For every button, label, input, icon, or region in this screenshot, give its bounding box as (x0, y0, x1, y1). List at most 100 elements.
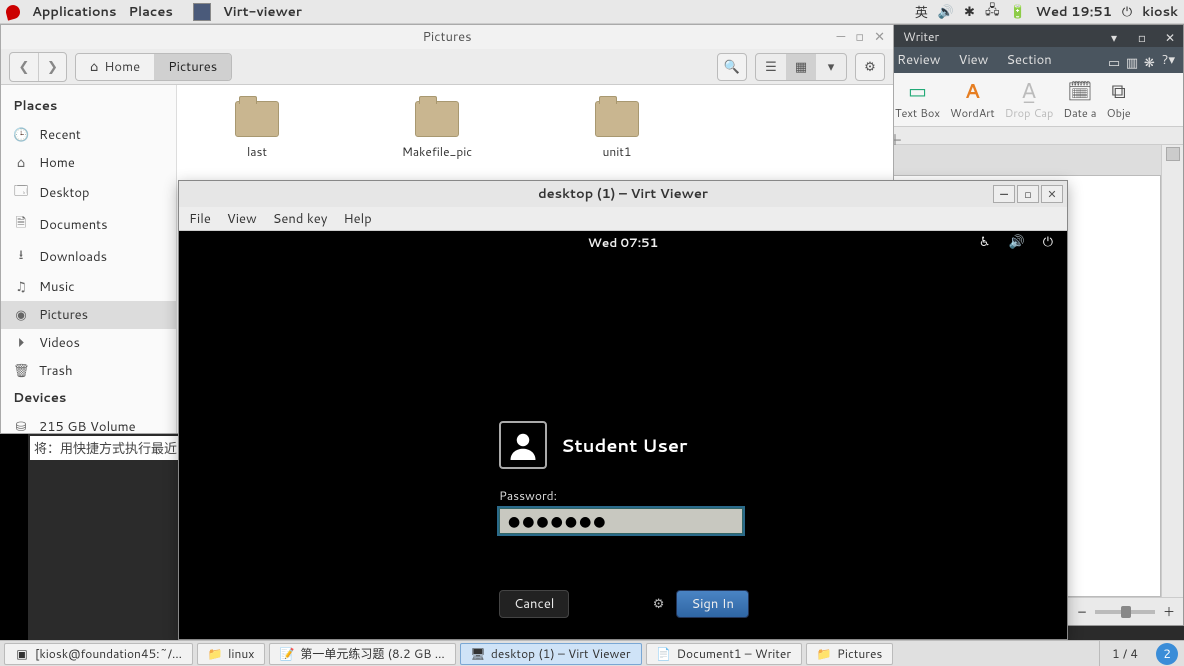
tab-section[interactable]: Section (1006, 51, 1051, 69)
virt-menu-sendkey[interactable]: Send key (273, 210, 328, 228)
document-icon: 📝 (280, 647, 294, 661)
virt-minimize-button[interactable]: — (993, 185, 1015, 203)
sidebar-item-home[interactable]: ⌂Home (1, 149, 176, 177)
zoom-in-icon[interactable]: ＋ (1163, 603, 1175, 620)
sidebar-item-desktop[interactable]: 🗔Desktop (1, 177, 176, 209)
sidebar-item-recent[interactable]: 🕒Recent (1, 121, 176, 149)
settings-button[interactable]: ⚙ (855, 53, 885, 81)
sidebar-item-trash[interactable]: 🗑Trash (1, 357, 176, 385)
power-icon[interactable]: ⏻ (1043, 233, 1053, 251)
writer-help-icon[interactable]: ?▾ (1162, 51, 1175, 69)
ribbon-wordart[interactable]: AWordArt (950, 79, 995, 121)
back-button[interactable]: ❮ (10, 53, 38, 81)
writer-maximize-icon[interactable]: ▫ (1135, 29, 1149, 43)
path-home[interactable]: ⌂Home (76, 54, 154, 80)
virt-menu-view[interactable]: View (227, 210, 257, 228)
sidebar-item-videos[interactable]: ⏵Videos (1, 329, 176, 357)
ribbon-dropcap[interactable]: A̲Drop Cap (1005, 79, 1054, 121)
search-button[interactable]: 🔍 (717, 53, 747, 81)
view-menu-drop[interactable]: ▾ (816, 54, 846, 80)
password-label: Password: (499, 487, 749, 504)
terminal-sliver[interactable] (0, 434, 28, 640)
writer-tool3-icon[interactable]: ❋ (1144, 54, 1156, 66)
writer-icon: 📄 (657, 647, 671, 661)
places-menu[interactable]: Places (128, 3, 172, 21)
logout-icon[interactable]: ⏻ (1122, 3, 1132, 21)
virt-titlebar[interactable]: desktop (1) – Virt Viewer — ▫ ✕ (179, 181, 1067, 207)
tab-review[interactable]: Review (897, 51, 940, 69)
virt-menu-file[interactable]: File (189, 210, 211, 228)
task-terminal[interactable]: ▣[kiosk@foundation45:~/… (4, 643, 193, 665)
folder-icon (595, 101, 639, 137)
zoom-slider[interactable] (1095, 610, 1155, 614)
workspace-indicator[interactable]: 1 / 4 (1099, 641, 1150, 666)
gear-icon: ⚙ (864, 58, 876, 76)
task-pictures[interactable]: 📁Pictures (806, 643, 893, 665)
volume-icon[interactable]: 🔊 (938, 3, 954, 21)
virt-maximize-button[interactable]: ▫ (1017, 185, 1039, 203)
guest-topbar: Wed 07:51 ♿ 🔊 ⏻ (179, 231, 1067, 253)
sidebar-item-documents[interactable]: 🗎Documents (1, 209, 176, 241)
user-menu[interactable]: kiosk (1142, 3, 1178, 21)
battery-icon[interactable]: 🔋 (1009, 3, 1025, 21)
ribbon-date[interactable]: 🗓Date a (1063, 79, 1096, 121)
bluetooth-icon[interactable]: ✱ (964, 3, 975, 21)
video-icon: ⏵ (13, 334, 29, 352)
task-virt-viewer[interactable]: 🖥desktop (1) – Virt Viewer (460, 643, 642, 665)
ribbon-object[interactable]: ⧉Obje (1107, 79, 1131, 121)
sidebar-item-music[interactable]: ♫Music (1, 273, 176, 301)
clock[interactable]: Wed 19:51 (1036, 3, 1112, 21)
zoom-out-icon[interactable]: − (1077, 603, 1087, 620)
forward-button[interactable]: ❯ (38, 53, 66, 81)
sidebar-item-downloads[interactable]: ⭳Downloads (1, 241, 176, 273)
files-titlebar[interactable]: Pictures — ▫ ✕ (1, 25, 893, 49)
person-icon (508, 430, 538, 460)
notification-badge[interactable]: 2 (1156, 643, 1178, 665)
path-bar: ⌂Home Pictures (75, 53, 232, 81)
signin-button[interactable]: Sign In (676, 590, 749, 618)
virt-menu-help[interactable]: Help (343, 210, 371, 228)
ribbon-textbox[interactable]: ▭Text Box (895, 79, 940, 121)
scroll-up-icon[interactable] (1166, 147, 1180, 161)
files-minimize-icon[interactable]: — (836, 28, 845, 46)
files-close-icon[interactable]: ✕ (874, 28, 885, 46)
task-writer[interactable]: 📄Document1 – Writer (646, 643, 802, 665)
guest-volume-icon[interactable]: 🔊 (1009, 233, 1025, 251)
password-input[interactable] (499, 508, 743, 534)
ime-indicator[interactable]: 英 (915, 2, 928, 22)
session-gear-icon[interactable]: ⚙ (653, 595, 665, 613)
folder-makefile-pic[interactable]: Makefile_pic (377, 101, 497, 160)
accessibility-icon[interactable]: ♿ (979, 233, 991, 251)
path-current[interactable]: Pictures (154, 54, 231, 80)
writer-close-icon[interactable]: ✕ (1163, 29, 1177, 43)
sidebar-item-vol215[interactable]: ⛁215 GB Volume (1, 413, 176, 433)
network-icon[interactable]: 🖧 (985, 1, 1000, 23)
virt-menubar: File View Send key Help (179, 207, 1067, 231)
applications-menu[interactable]: Applications (32, 3, 116, 21)
writer-tool1-icon[interactable]: ▭ (1108, 54, 1120, 66)
virt-guest-screen[interactable]: Wed 07:51 ♿ 🔊 ⏻ Student User Password: C… (179, 231, 1067, 639)
folder-last[interactable]: last (197, 101, 317, 160)
active-app-label[interactable]: Virt-viewer (223, 3, 302, 21)
desktop-icon: 🗔 (13, 182, 29, 204)
login-panel: Student User Password: Cancel ⚙ Sign In (499, 421, 749, 618)
task-linux[interactable]: 📁linux (197, 643, 265, 665)
writer-titlebar[interactable]: Writer ▾ ▫ ✕ (889, 25, 1183, 47)
cancel-button[interactable]: Cancel (499, 590, 569, 618)
files-maximize-icon[interactable]: ▫ (855, 28, 864, 46)
task-doc-chinese[interactable]: 📝第一单元练习题 (8.2 GB … (269, 643, 456, 665)
folder-unit1[interactable]: unit1 (557, 101, 677, 160)
trash-icon: 🗑 (13, 362, 29, 380)
view-switcher: ☰ ▦ ▾ (755, 53, 847, 81)
tab-view[interactable]: View (958, 51, 988, 69)
avatar (499, 421, 547, 469)
sidebar-item-pictures[interactable]: ◉Pictures (1, 301, 176, 329)
writer-tool2-icon[interactable]: ▥ (1126, 54, 1138, 66)
folder-icon (235, 101, 279, 137)
writer-title-text: Writer (903, 28, 939, 45)
view-grid[interactable]: ▦ (786, 54, 816, 80)
virt-close-button[interactable]: ✕ (1041, 185, 1063, 203)
view-list[interactable]: ☰ (756, 54, 786, 80)
writer-minimize-icon[interactable]: ▾ (1107, 29, 1121, 43)
writer-scrollbar[interactable] (1161, 145, 1183, 597)
